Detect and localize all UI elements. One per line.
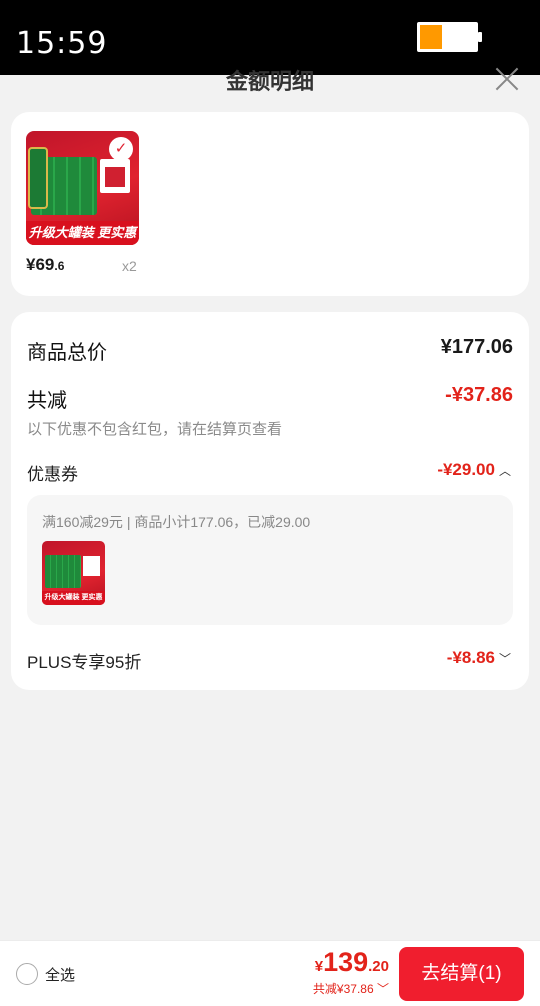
discount-value: -¥37.86: [445, 384, 513, 406]
select-all-label[interactable]: 全选: [45, 964, 75, 985]
product-price-int: ¥69: [26, 255, 55, 274]
coupon-label: 优惠券: [27, 465, 78, 484]
chevron-down-icon: ﹀: [376, 982, 389, 996]
discount-note: 以下优惠不包含红包，请在结算页查看: [27, 421, 283, 438]
product-card: ✓ 升级大罐装 更实惠 ¥69.6 x2: [11, 112, 529, 296]
status-time: 15:59: [16, 26, 108, 61]
chevron-up-icon: ︿: [498, 464, 511, 479]
grand-total: ¥139.20: [315, 947, 389, 978]
chevron-down-icon: ﹀: [498, 652, 511, 667]
savings-text: 共减¥37.86: [312, 982, 374, 996]
coupon-detail-text: 满160减29元 | 商品小计177.06，已减29.00: [42, 514, 311, 530]
grand-total-dec: .20: [368, 958, 389, 975]
coupon-thumb-banner: 升级大罐装 更实惠: [42, 591, 105, 605]
plus-discount-value: -¥8.86: [446, 648, 495, 667]
plus-discount-label: PLUS专享95折: [27, 653, 142, 672]
sheet-title: 金额明细: [225, 69, 314, 94]
discount-label: 共减: [27, 390, 67, 412]
product-banner: 升级大罐装 更实惠: [26, 221, 139, 245]
checkout-bar: 全选 ¥139.20 共减¥37.86 ﹀ 去结算(1): [0, 940, 540, 1006]
select-all-radio[interactable]: [16, 963, 38, 985]
product-price-dec: .6: [54, 259, 65, 273]
coupon-detail-box: 满160减29元 | 商品小计177.06，已减29.00 升级大罐装 更实惠: [27, 495, 513, 625]
savings-toggle[interactable]: 共减¥37.86 ﹀: [313, 980, 389, 997]
battery-icon: [417, 22, 482, 52]
grand-total-int: 139: [323, 947, 369, 977]
total-price-label: 商品总价: [27, 342, 107, 364]
close-icon[interactable]: [494, 66, 520, 92]
price-summary-card: 商品总价 ¥177.06 共减 -¥37.86 以下优惠不包含红包，请在结算页查…: [11, 312, 529, 690]
plus-discount-toggle[interactable]: -¥8.86 ﹀: [447, 648, 511, 668]
check-badge-icon: ✓: [109, 137, 133, 161]
gift-box-graphic: [83, 556, 100, 576]
product-price: ¥69.6: [26, 255, 64, 275]
product-thumbnail[interactable]: ✓ 升级大罐装 更实惠: [26, 131, 139, 245]
coupon-toggle[interactable]: -¥29.00 ︿: [437, 460, 511, 480]
grand-total-currency: ¥: [314, 958, 324, 975]
gift-box-graphic: [100, 159, 130, 193]
battery-fill: [420, 25, 442, 49]
coupon-product-thumbnail: 升级大罐装 更实惠: [42, 541, 105, 605]
beer-can-graphic: [28, 147, 48, 209]
coupon-value: -¥29.00: [437, 460, 495, 479]
beer-cans-graphic: [45, 555, 81, 588]
battery-nub: [478, 32, 482, 42]
product-quantity: x2: [122, 258, 137, 274]
total-price-value: ¥177.06: [440, 336, 513, 358]
checkout-button[interactable]: 去结算(1): [399, 947, 524, 1001]
